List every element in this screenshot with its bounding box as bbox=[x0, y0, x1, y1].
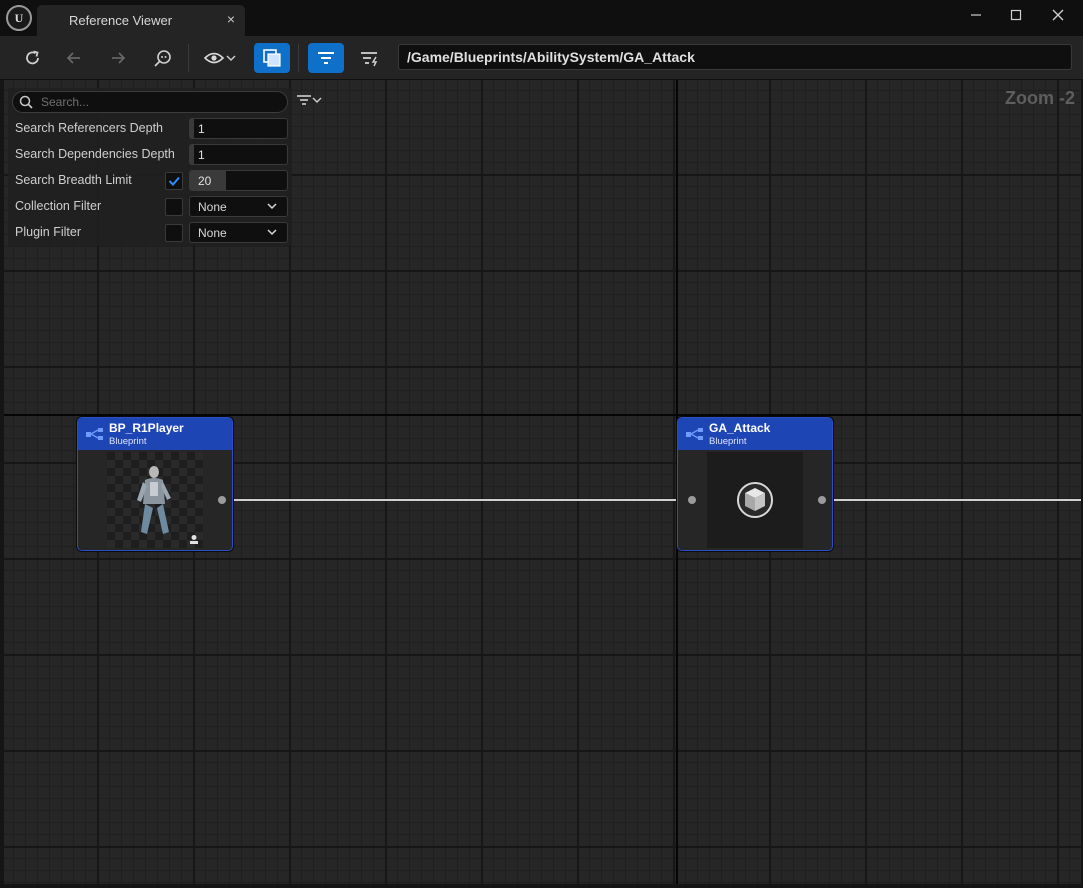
breadth-limit-label: Search Breadth Limit bbox=[15, 173, 132, 187]
referencers-depth-label: Search Referencers Depth bbox=[15, 121, 163, 135]
referencers-depth-field[interactable]: 1 bbox=[189, 118, 288, 139]
collection-filter-value: None bbox=[198, 200, 227, 214]
minimize-icon bbox=[971, 14, 981, 16]
referencers-depth-value: 1 bbox=[198, 122, 205, 136]
collection-filter-dropdown[interactable]: None bbox=[189, 196, 288, 217]
blueprint-thumbnail bbox=[707, 452, 803, 548]
blueprint-class-icon bbox=[686, 428, 703, 440]
chevron-down-icon bbox=[312, 97, 322, 103]
plugin-filter-label: Plugin Filter bbox=[15, 225, 81, 239]
node-header: BP_R1Player Blueprint bbox=[78, 418, 232, 450]
reference-wire bbox=[830, 499, 1081, 501]
search-icon bbox=[19, 95, 33, 109]
settings-filter-icon bbox=[361, 52, 378, 67]
tab-title: Reference Viewer bbox=[69, 13, 173, 28]
plugin-filter-value: None bbox=[198, 226, 227, 240]
dependencies-depth-field[interactable]: 1 bbox=[189, 144, 288, 165]
show-duplicates-toggle[interactable] bbox=[254, 43, 290, 73]
refresh-icon bbox=[26, 50, 39, 65]
value-fill bbox=[190, 145, 194, 164]
output-pin[interactable] bbox=[218, 496, 226, 504]
value-fill bbox=[190, 119, 194, 138]
back-arrow-icon bbox=[66, 52, 80, 64]
forward-button[interactable] bbox=[100, 43, 136, 73]
plugin-filter-checkbox[interactable] bbox=[165, 224, 183, 242]
filter-options-button[interactable] bbox=[296, 91, 330, 109]
back-button[interactable] bbox=[56, 43, 92, 73]
maximize-icon bbox=[1010, 9, 1022, 21]
forward-arrow-icon bbox=[112, 52, 126, 64]
tab-reference-viewer[interactable]: Reference Viewer × bbox=[37, 5, 245, 36]
node-type: Blueprint bbox=[109, 436, 147, 447]
node-title: BP_R1Player bbox=[109, 421, 184, 435]
filter-icon bbox=[297, 95, 311, 105]
maximize-button[interactable] bbox=[998, 4, 1034, 26]
chevron-down-icon bbox=[226, 55, 236, 61]
advanced-filter-button[interactable] bbox=[352, 43, 388, 73]
node-type: Blueprint bbox=[709, 436, 747, 447]
chevron-down-icon bbox=[267, 203, 277, 210]
toolbar: /Game/Blueprints/AbilitySystem/GA_Attack bbox=[0, 36, 1083, 80]
input-pin[interactable] bbox=[688, 496, 696, 504]
close-icon bbox=[1052, 9, 1064, 21]
minimize-button[interactable] bbox=[958, 4, 994, 26]
blueprint-cube-icon bbox=[737, 482, 773, 518]
find-path-icon bbox=[154, 50, 171, 67]
tab-close-icon[interactable]: × bbox=[227, 11, 235, 27]
breadth-limit-checkbox[interactable] bbox=[165, 172, 183, 190]
reference-wire bbox=[230, 499, 680, 501]
search-input[interactable] bbox=[41, 95, 271, 109]
collection-filter-checkbox[interactable] bbox=[165, 198, 183, 216]
toolbar-separator bbox=[188, 44, 189, 72]
find-path-button[interactable] bbox=[145, 43, 181, 73]
unreal-logo-icon[interactable]: U bbox=[6, 5, 32, 31]
refresh-button[interactable] bbox=[15, 43, 51, 73]
node-title: GA_Attack bbox=[709, 421, 771, 435]
breadth-limit-field[interactable]: 20 bbox=[189, 170, 288, 191]
zoom-level-label: Zoom -2 bbox=[1005, 88, 1075, 108]
title-bar: U Reference Viewer × bbox=[0, 0, 1083, 36]
breadth-limit-value: 20 bbox=[198, 174, 212, 188]
asset-path-field[interactable]: /Game/Blueprints/AbilitySystem/GA_Attack bbox=[398, 44, 1072, 70]
chevron-down-icon bbox=[267, 229, 277, 236]
eye-icon bbox=[204, 52, 225, 64]
graph-node[interactable]: GA_Attack Blueprint bbox=[677, 417, 833, 551]
filter-icon bbox=[318, 52, 334, 64]
graph-origin-horizontal-line bbox=[4, 414, 1081, 416]
search-box[interactable] bbox=[12, 91, 288, 113]
graph-node[interactable]: BP_R1Player Blueprint bbox=[77, 417, 233, 551]
output-pin[interactable] bbox=[818, 496, 826, 504]
show-duplicates-icon bbox=[263, 49, 281, 67]
character-thumbnail bbox=[107, 452, 203, 548]
user-icon bbox=[190, 535, 198, 544]
toolbar-separator bbox=[298, 44, 299, 72]
dependencies-depth-label: Search Dependencies Depth bbox=[15, 147, 175, 161]
collection-filter-label: Collection Filter bbox=[15, 199, 102, 213]
dependencies-depth-value: 1 bbox=[198, 148, 205, 162]
search-filter-panel: Search Referencers Depth 1 Search Depend… bbox=[8, 88, 292, 246]
close-window-button[interactable] bbox=[1040, 4, 1076, 26]
plugin-filter-dropdown[interactable]: None bbox=[189, 222, 288, 243]
node-header: GA_Attack Blueprint bbox=[678, 418, 832, 450]
filter-toggle[interactable] bbox=[308, 43, 344, 73]
checkmark-icon bbox=[168, 176, 180, 186]
blueprint-class-icon bbox=[86, 428, 103, 440]
visibility-dropdown-button[interactable] bbox=[199, 43, 241, 73]
